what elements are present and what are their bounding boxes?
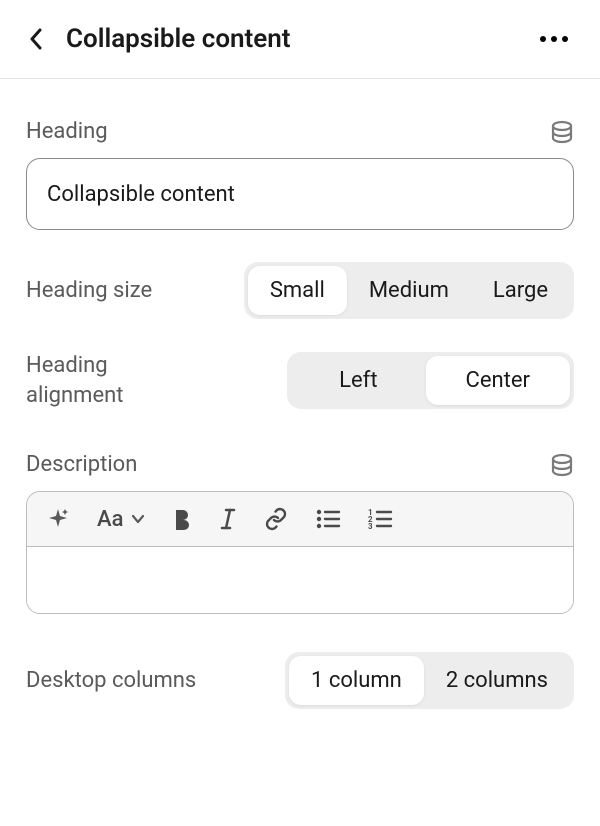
rte-link-button[interactable] bbox=[263, 506, 289, 532]
heading-size-small[interactable]: Small bbox=[248, 266, 347, 315]
chevron-down-icon bbox=[131, 514, 145, 524]
dot-icon bbox=[540, 36, 546, 42]
heading-label: Heading bbox=[26, 119, 108, 144]
heading-alignment-label: Headingalignment bbox=[26, 351, 123, 410]
heading-alignment-center[interactable]: Center bbox=[426, 356, 570, 405]
dot-icon bbox=[551, 36, 557, 42]
database-icon bbox=[550, 120, 574, 144]
desktop-columns-segmented: 1 column 2 columns bbox=[285, 652, 574, 709]
database-icon bbox=[550, 453, 574, 477]
chevron-left-icon bbox=[29, 28, 43, 50]
dynamic-source-button[interactable] bbox=[550, 120, 574, 144]
desktop-columns-2[interactable]: 2 columns bbox=[424, 656, 570, 705]
heading-alignment-segmented: Left Center bbox=[287, 352, 574, 409]
heading-size-segmented: Small Medium Large bbox=[244, 262, 574, 319]
rte-bold-button[interactable] bbox=[171, 507, 193, 531]
more-menu-button[interactable] bbox=[534, 30, 574, 48]
sparkle-icon bbox=[45, 506, 71, 532]
page-title: Collapsible content bbox=[66, 24, 291, 54]
numbered-list-icon: 1 2 3 bbox=[367, 508, 393, 530]
link-icon bbox=[263, 506, 289, 532]
dynamic-source-button[interactable] bbox=[550, 453, 574, 477]
rte-toolbar: Aa bbox=[27, 492, 573, 547]
rte-numbered-list-button[interactable]: 1 2 3 bbox=[367, 508, 393, 530]
rte-bullet-list-button[interactable] bbox=[315, 508, 341, 530]
bold-icon bbox=[171, 507, 193, 531]
rte-font-dropdown[interactable]: Aa bbox=[97, 507, 145, 532]
italic-icon bbox=[219, 507, 237, 531]
heading-size-medium[interactable]: Medium bbox=[347, 266, 471, 315]
heading-alignment-left[interactable]: Left bbox=[291, 356, 425, 405]
rich-text-editor: Aa bbox=[26, 491, 574, 614]
description-input[interactable] bbox=[27, 547, 573, 613]
dot-icon bbox=[562, 36, 568, 42]
description-label: Description bbox=[26, 452, 137, 477]
back-button[interactable] bbox=[22, 25, 50, 53]
bullet-list-icon bbox=[315, 508, 341, 530]
svg-text:3: 3 bbox=[368, 522, 373, 530]
heading-size-large[interactable]: Large bbox=[471, 266, 570, 315]
desktop-columns-1[interactable]: 1 column bbox=[289, 656, 424, 705]
heading-size-label: Heading size bbox=[26, 276, 152, 306]
desktop-columns-label: Desktop columns bbox=[26, 666, 196, 696]
heading-input[interactable] bbox=[26, 158, 574, 230]
rte-ai-button[interactable] bbox=[45, 506, 71, 532]
rte-italic-button[interactable] bbox=[219, 507, 237, 531]
rte-font-label: Aa bbox=[97, 507, 123, 532]
